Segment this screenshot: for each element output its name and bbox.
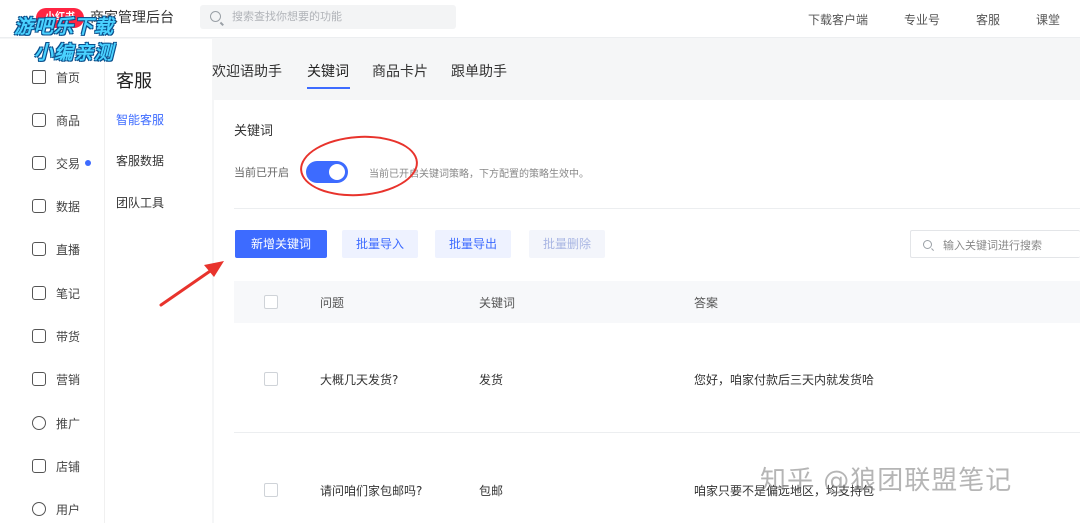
active-tab-indicator — [307, 87, 350, 89]
top-links: 下载客户端 专业号 客服 课堂 — [772, 0, 1060, 38]
book-icon — [32, 286, 46, 300]
sidebar-item-label: 商品 — [56, 113, 81, 128]
row-keyword: 包邮 — [479, 484, 504, 498]
section-title: 客服 — [116, 71, 152, 92]
annotation-arrow-icon — [159, 261, 224, 307]
live-icon — [32, 242, 46, 256]
order-icon — [32, 156, 46, 170]
sidebar-item-notes[interactable]: 笔记 — [32, 283, 80, 303]
panel-title: 关键词 — [234, 124, 274, 139]
annotation-circle — [298, 131, 420, 201]
professional-account-link[interactable]: 专业号 — [904, 11, 940, 28]
download-client-link[interactable]: 下载客户端 — [808, 11, 868, 28]
row-keyword: 发货 — [479, 373, 504, 387]
zhihu-watermark: 知乎 @狼团联盟笔记 — [760, 466, 1013, 496]
watermark-line1: 游吧乐下载 — [14, 16, 115, 38]
store-icon — [32, 459, 46, 473]
global-search-placeholder: 搜索查找你想要的功能 — [232, 10, 342, 23]
batch-export-button[interactable]: 批量导出 — [435, 230, 512, 258]
row-question: 大概几天发货? — [320, 373, 399, 387]
sidebar-item-orders[interactable]: 交易 — [32, 153, 92, 173]
subnav-item-team-tools[interactable]: 团队工具 — [116, 194, 164, 211]
sidebar-item-home[interactable]: 首页 — [32, 67, 80, 87]
add-keyword-button[interactable]: 新增关键词 — [235, 230, 327, 258]
column-keyword: 关键词 — [479, 296, 516, 310]
table-row: 大概几天发货? 发货 您好，咱家付款后三天内就发货哈 — [234, 323, 1080, 433]
sidebar-item-promotion[interactable]: 推广 — [32, 413, 80, 433]
sidebar-item-label: 首页 — [56, 70, 81, 85]
search-icon — [923, 240, 932, 249]
tab-follow-up-assistant[interactable]: 跟单助手 — [451, 61, 507, 81]
tab-bar: 欢迎语助手 关键词 商品卡片 跟单助手 — [212, 39, 1080, 99]
sidebar-item-data[interactable]: 数据 — [32, 196, 80, 216]
sidebar-item-label: 店铺 — [56, 459, 81, 474]
sidebar-item-label: 笔记 — [56, 286, 81, 301]
search-icon — [210, 11, 221, 22]
sidebar-item-label: 交易 — [56, 156, 81, 171]
sidebar-item-label: 直播 — [56, 242, 81, 257]
sidebar-item-label: 推广 — [56, 416, 81, 431]
toggle-state-label: 当前已开启 — [234, 166, 289, 179]
sidebar-item-label: 用户 — [56, 502, 81, 517]
subnav-item-service-data[interactable]: 客服数据 — [116, 152, 164, 169]
sidebar-item-marketing[interactable]: 营销 — [32, 369, 80, 389]
subnav-item-smart-service[interactable]: 智能客服 — [116, 111, 164, 128]
bag-icon — [32, 329, 46, 343]
batch-delete-button: 批量删除 — [529, 230, 606, 258]
chart-icon — [32, 199, 46, 213]
table-header: 问题 关键词 答案 — [234, 281, 1080, 323]
column-question: 问题 — [320, 296, 345, 310]
megaphone-icon — [32, 372, 46, 386]
home-icon — [32, 70, 46, 84]
row-checkbox[interactable] — [264, 483, 278, 497]
batch-import-button[interactable]: 批量导入 — [342, 230, 419, 258]
customer-service-link[interactable]: 客服 — [976, 11, 1000, 28]
select-all-checkbox[interactable] — [264, 295, 278, 309]
classroom-link[interactable]: 课堂 — [1036, 11, 1060, 28]
keyword-search-input[interactable]: 输入关键词进行搜索 — [910, 230, 1080, 258]
sidebar-item-label: 营销 — [56, 372, 81, 387]
sidebar-item-live[interactable]: 直播 — [32, 239, 80, 259]
user-icon — [32, 502, 46, 516]
row-question: 请问咱们家包邮吗? — [320, 484, 423, 498]
sidebar-item-goods[interactable]: 商品 — [32, 110, 80, 130]
sidebar-item-users[interactable]: 用户 — [32, 499, 80, 519]
notification-dot — [85, 160, 92, 166]
global-search-input[interactable]: 搜索查找你想要的功能 — [200, 5, 456, 29]
sidebar-item-label: 带货 — [56, 329, 81, 344]
tab-keywords[interactable]: 关键词 — [307, 61, 349, 81]
row-answer: 您好，咱家付款后三天内就发货哈 — [694, 373, 875, 387]
sidebar-item-store[interactable]: 店铺 — [32, 456, 80, 476]
column-answer: 答案 — [694, 296, 719, 310]
promote-icon — [32, 416, 46, 430]
sidebar-item-selling[interactable]: 带货 — [32, 326, 80, 346]
tab-welcome-assistant[interactable]: 欢迎语助手 — [212, 61, 282, 81]
keyword-search-placeholder: 输入关键词进行搜索 — [943, 239, 1042, 252]
top-bar: 小红书 商家管理后台 搜索查找你想要的功能 下载客户端 专业号 客服 课堂 — [0, 0, 1080, 38]
sidebar-item-label: 数据 — [56, 199, 81, 214]
main-sidebar: 首页 商品 交易 数据 直播 笔记 带货 营销 推广 店铺 用户 — [0, 39, 104, 523]
tab-product-card[interactable]: 商品卡片 — [372, 61, 428, 81]
row-checkbox[interactable] — [264, 372, 278, 386]
goods-icon — [32, 113, 46, 127]
divider — [234, 208, 1080, 209]
watermark-line2: 小编亲测 — [34, 42, 115, 64]
